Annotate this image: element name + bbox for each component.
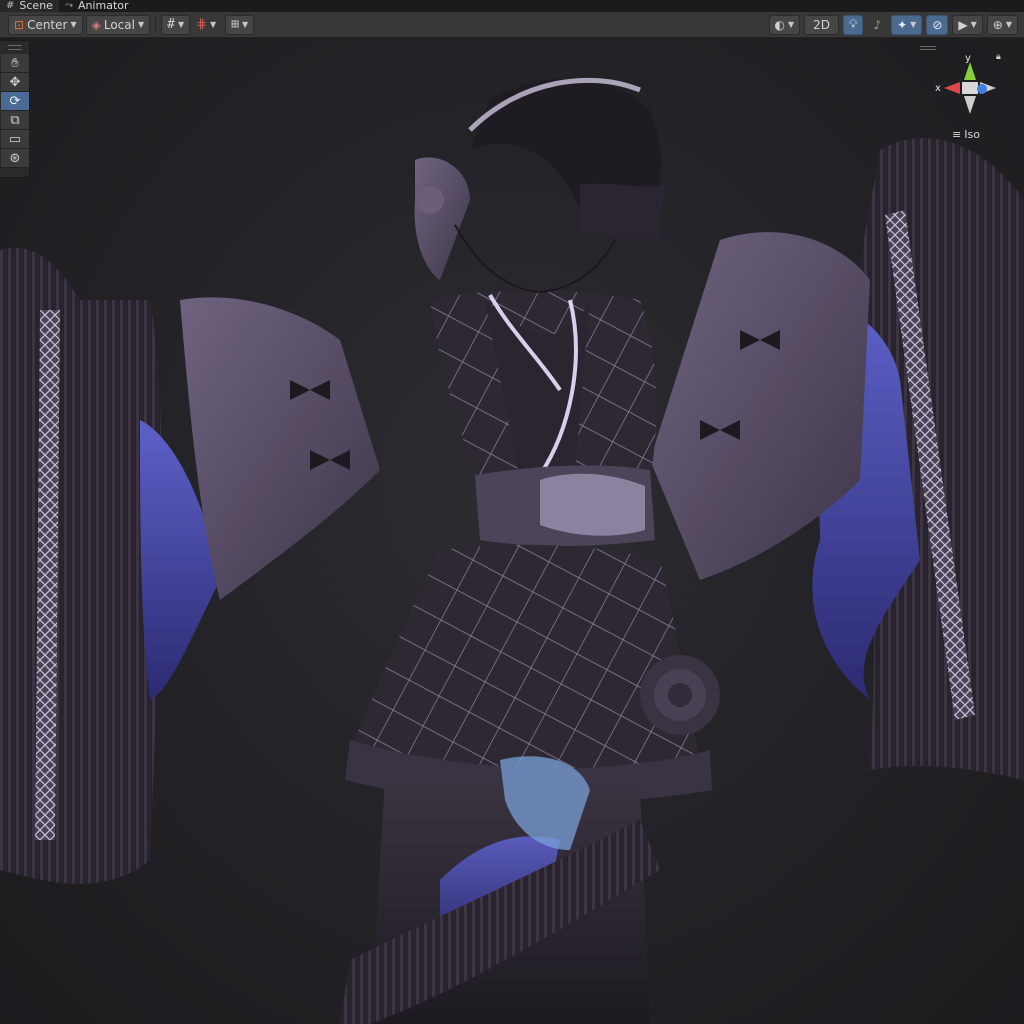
shading-mode-icon: ◐ [774,17,785,32]
snap-icon: ⋕ [196,17,207,32]
move-tool-button[interactable]: ✥ [1,73,29,92]
camera-settings-dropdown[interactable]: ▶ ▼ [952,14,983,35]
tab-scene-label: Scene [19,0,53,12]
draw-mode-dropdown[interactable]: ◐ ▼ [768,14,801,35]
animator-icon: ⤳ [64,0,73,11]
toolbar-divider [155,15,157,34]
chevron-down-icon: ▼ [788,20,795,29]
scene-viewport[interactable] [0,39,1024,1024]
effects-toggle-button[interactable]: ✦ ▼ [891,14,923,35]
camera-icon: ▶ [958,17,968,32]
rect-tool-button[interactable]: ▭ [1,130,29,149]
rotate-tool-button[interactable]: ⟳ [1,92,29,111]
menu-icon: ≡ [952,128,962,141]
chevron-down-icon: ▼ [210,20,217,29]
chevron-down-icon: ▼ [1005,20,1012,29]
chevron-down-icon: ▼ [70,20,77,29]
chevron-down-icon: ▼ [910,20,917,29]
align-button[interactable]: ⊞ ▼ [225,14,255,35]
effects-icon: ✦ [897,17,908,32]
chevron-down-icon: ▼ [970,20,977,29]
pivot-mode-dropdown[interactable]: ⊡ Center ▼ [8,14,83,35]
editor-tab-bar: # Scene ⤳ Animator [0,0,1024,12]
overlay-grip[interactable] [7,45,22,50]
toggle-2d-label: 2D [813,17,831,32]
tab-scene[interactable]: # Scene [0,0,59,12]
chevron-down-icon: ▼ [177,20,185,29]
scene-visibility-button[interactable]: ⊘ [926,14,949,35]
transform-tool-button[interactable]: ⊛ [1,149,29,168]
move-icon: ✥ [9,74,21,90]
local-space-icon: ◈ [91,17,101,32]
gizmos-dropdown[interactable]: ⊕ ▼ [986,14,1018,35]
grid-icon: # [6,0,15,11]
tab-animator-label: Animator [77,0,129,12]
toggle-2d-button[interactable]: 2D [804,14,840,35]
lighting-toggle-button[interactable]: 💡︎ [843,14,864,35]
x-axis-cone[interactable] [944,82,960,94]
gizmo-x-label: x [935,83,941,94]
rotate-icon: ⟳ [9,93,21,109]
audio-toggle-button[interactable]: ♪ [867,15,887,35]
hand-tool-button[interactable]: ✋︎ [1,54,29,73]
transform-icon: ⊛ [9,150,21,166]
pivot-mode-label: Center [27,17,68,32]
gizmo-center-cube[interactable] [962,82,978,94]
chevron-down-icon: ▼ [137,20,145,29]
neg-y-axis-cone[interactable] [964,96,976,114]
chevron-down-icon: ▼ [241,20,249,29]
pivot-space-dropdown[interactable]: ◈ Local ▼ [85,14,151,35]
align-icon: ⊞ [231,17,239,32]
projection-toggle[interactable]: ≡ Iso [952,128,980,141]
tools-overlay: ✋︎ ✥ ⟳ ⧉ ▭ ⊛ [0,40,30,178]
grid-visibility-button[interactable]: # ▼ [161,14,191,35]
audio-icon: ♪ [873,17,882,32]
scale-icon: ⧉ [10,112,20,128]
snap-increment-button[interactable]: ⋕ ▼ [190,15,222,35]
z-axis-cone[interactable] [977,84,987,94]
hidden-eye-icon: ⊘ [932,17,943,32]
grid-snap-icon: # [167,17,175,32]
pivot-space-label: Local [103,17,135,32]
light-bulb-icon: 💡︎ [849,17,858,31]
projection-label: Iso [964,128,980,141]
gizmos-icon: ⊕ [992,17,1003,32]
scene-render [0,77,1024,1024]
rect-icon: ▭ [8,131,22,147]
tab-animator[interactable]: ⤳ Animator [59,0,135,12]
pivot-center-icon: ⊡ [14,17,25,32]
scale-tool-button[interactable]: ⧉ [1,111,29,130]
scene-toolbar: ⊡ Center ▼ ◈ Local ▼ # ▼ ⋕ ▼ ⊞ ▼ ◐ ▼ 2D … [0,12,1024,38]
hand-icon: ✋︎ [11,55,19,71]
y-axis-cone[interactable] [964,62,976,80]
